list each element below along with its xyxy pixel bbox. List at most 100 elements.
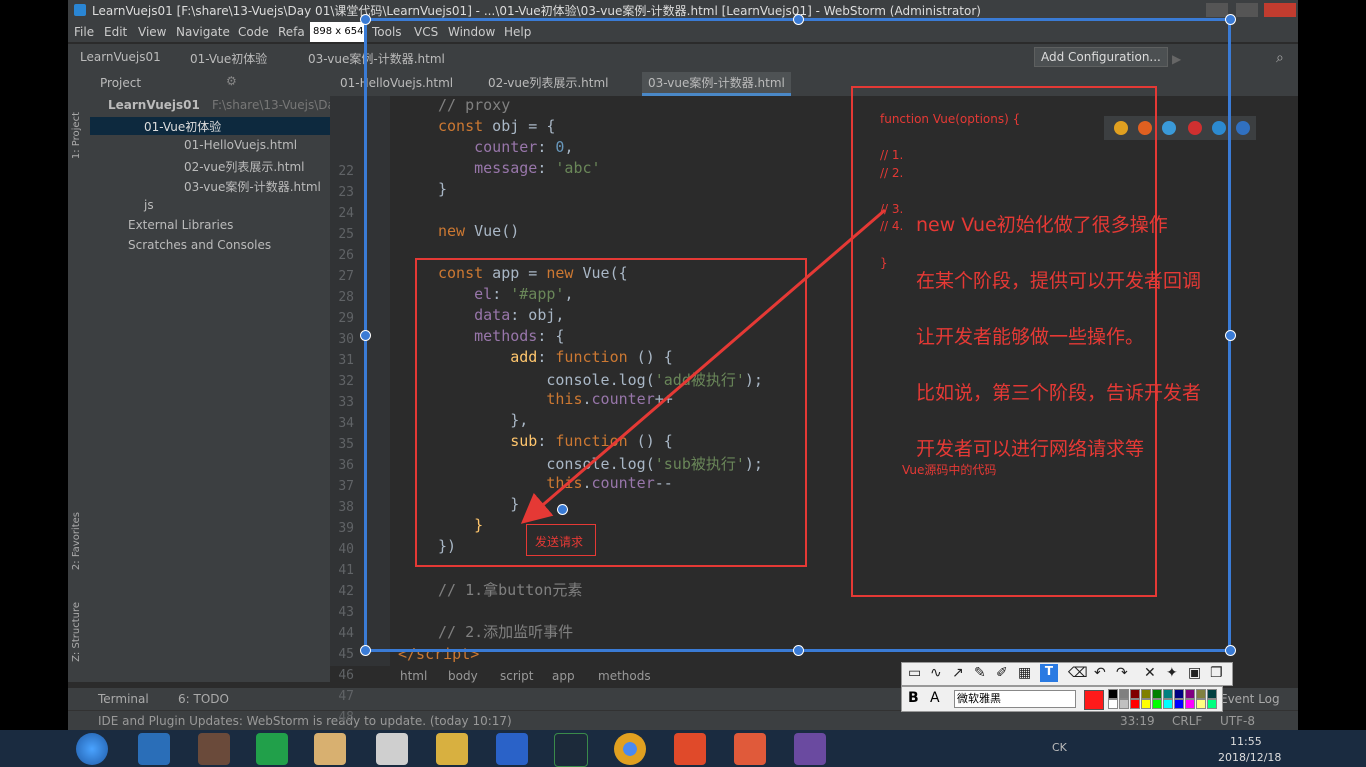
palette-swatch[interactable]: [1163, 699, 1173, 709]
file-encoding[interactable]: UTF-8: [1220, 711, 1255, 731]
crumb-methods[interactable]: methods: [598, 666, 651, 686]
line-separator[interactable]: CRLF: [1172, 711, 1202, 731]
tree-item-external-libraries[interactable]: External Libraries: [128, 218, 233, 232]
maximize-button[interactable]: [1236, 3, 1258, 17]
clock-time[interactable]: 11:55: [1230, 735, 1262, 748]
undo-icon[interactable]: ↶: [1094, 665, 1106, 681]
taskbar-app-1[interactable]: [138, 733, 170, 765]
minimize-button[interactable]: [1206, 3, 1228, 17]
selection-handle-tl[interactable]: [360, 14, 371, 25]
palette-swatch[interactable]: [1119, 699, 1129, 709]
nav-crumb-folder[interactable]: 01-Vue初体验: [190, 50, 267, 67]
copy-icon[interactable]: ❐: [1210, 665, 1223, 681]
selection-handle-br[interactable]: [1225, 645, 1236, 656]
tree-item-file-1[interactable]: 01-HelloVuejs.html: [184, 138, 297, 152]
menu-navigate[interactable]: Navigate: [176, 22, 230, 42]
tree-item-file-3[interactable]: 03-vue案例-计数器.html: [184, 178, 321, 195]
nav-crumb-project[interactable]: LearnVuejs01: [80, 50, 161, 64]
taskbar-text-editor[interactable]: [376, 733, 408, 765]
redo-icon[interactable]: ↷: [1116, 665, 1128, 681]
crumb-app[interactable]: app: [552, 666, 575, 686]
clock-date[interactable]: 2018/12/18: [1218, 751, 1281, 764]
palette-swatch[interactable]: [1174, 689, 1184, 699]
mosaic-tool-icon[interactable]: ▦: [1018, 665, 1031, 681]
taskbar-explorer[interactable]: [314, 733, 346, 765]
palette-swatch[interactable]: [1196, 699, 1206, 709]
palette-swatch[interactable]: [1185, 699, 1195, 709]
menu-file[interactable]: File: [74, 22, 94, 42]
taskbar-app-w[interactable]: [496, 733, 528, 765]
palette-swatch[interactable]: [1207, 689, 1217, 699]
taskbar-archive[interactable]: [794, 733, 826, 765]
font-select[interactable]: 微软雅黑: [954, 690, 1076, 708]
rect-tool-icon[interactable]: ▭: [908, 665, 921, 681]
palette-swatch[interactable]: [1152, 699, 1162, 709]
terminal-tab[interactable]: Terminal: [98, 688, 149, 710]
palette-swatch[interactable]: [1108, 689, 1118, 699]
palette-swatch[interactable]: [1152, 689, 1162, 699]
palette-swatch[interactable]: [1141, 699, 1151, 709]
curve-tool-icon[interactable]: ∿: [930, 665, 942, 681]
taskbar-app-c[interactable]: [734, 733, 766, 765]
selection-handle-mr[interactable]: [1225, 330, 1236, 341]
selection-handle-bl[interactable]: [360, 645, 371, 656]
bold-button[interactable]: B: [908, 690, 919, 706]
selection-handle-bc[interactable]: [793, 645, 804, 656]
crumb-html[interactable]: html: [400, 666, 427, 686]
crumb-script[interactable]: script: [500, 666, 533, 686]
save-icon[interactable]: ▣: [1188, 665, 1201, 681]
text-tool-icon[interactable]: T: [1040, 664, 1058, 682]
arrow-tool-icon[interactable]: ↗: [952, 665, 964, 681]
taskbar-avatar-app[interactable]: [198, 733, 230, 765]
close-window-button[interactable]: [1264, 3, 1296, 17]
structure-tool-tab[interactable]: Z: Structure: [71, 602, 82, 662]
taskbar-chrome[interactable]: [614, 733, 646, 765]
menu-view[interactable]: View: [138, 22, 166, 42]
favorites-tool-tab[interactable]: 2: Favorites: [71, 512, 82, 570]
menu-edit[interactable]: Edit: [104, 22, 127, 42]
selection-handle-ml[interactable]: [360, 330, 371, 341]
todo-tab[interactable]: 6: TODO: [178, 688, 229, 710]
palette-swatch[interactable]: [1108, 699, 1118, 709]
cursor-position[interactable]: 33:19: [1120, 711, 1155, 731]
marker-tool-icon[interactable]: ✐: [996, 665, 1008, 681]
taskbar-app-x[interactable]: [674, 733, 706, 765]
pin-icon[interactable]: ✦: [1166, 665, 1178, 681]
tree-item-js[interactable]: js: [144, 198, 154, 212]
status-message[interactable]: IDE and Plugin Updates: WebStorm is read…: [98, 711, 512, 731]
current-color[interactable]: [1084, 690, 1104, 710]
crumb-body[interactable]: body: [448, 666, 478, 686]
palette-swatch[interactable]: [1163, 689, 1173, 699]
palette-swatch[interactable]: [1130, 689, 1140, 699]
gear-icon[interactable]: ⚙: [226, 74, 237, 88]
menu-code[interactable]: Code: [238, 22, 269, 42]
tree-item-folder[interactable]: 01-Vue初体验: [144, 118, 221, 135]
edge-icon[interactable]: [1236, 121, 1250, 135]
palette-swatch[interactable]: [1130, 699, 1140, 709]
screenshot-selection[interactable]: [364, 18, 1231, 652]
palette-swatch[interactable]: [1141, 689, 1151, 699]
palette-swatch[interactable]: [1207, 699, 1217, 709]
taskbar-notes[interactable]: [436, 733, 468, 765]
event-log-tab[interactable]: Event Log: [1220, 688, 1280, 710]
project-tool-tab[interactable]: 1: Project: [71, 112, 82, 159]
eraser-tool-icon[interactable]: ⌫: [1068, 665, 1088, 681]
font-button[interactable]: A: [930, 690, 940, 706]
search-icon[interactable]: ⌕: [1276, 50, 1284, 66]
selection-handle-tr[interactable]: [1225, 14, 1236, 25]
start-button[interactable]: [76, 733, 108, 765]
color-palette[interactable]: [1108, 689, 1220, 709]
taskbar-app-green[interactable]: [256, 733, 288, 765]
pencil-tool-icon[interactable]: ✎: [974, 665, 986, 681]
project-header[interactable]: Project: [100, 76, 141, 90]
taskbar-webstorm[interactable]: [554, 733, 588, 767]
palette-swatch[interactable]: [1185, 689, 1195, 699]
tree-item-scratches[interactable]: Scratches and Consoles: [128, 238, 271, 252]
tree-item-root[interactable]: LearnVuejs01: [108, 98, 200, 112]
cancel-icon[interactable]: ✕: [1144, 665, 1156, 681]
tree-item-file-2[interactable]: 02-vue列表展示.html: [184, 158, 305, 175]
palette-swatch[interactable]: [1174, 699, 1184, 709]
menu-refactor[interactable]: Refa: [278, 22, 305, 42]
selection-handle-tc[interactable]: [793, 14, 804, 25]
palette-swatch[interactable]: [1119, 689, 1129, 699]
